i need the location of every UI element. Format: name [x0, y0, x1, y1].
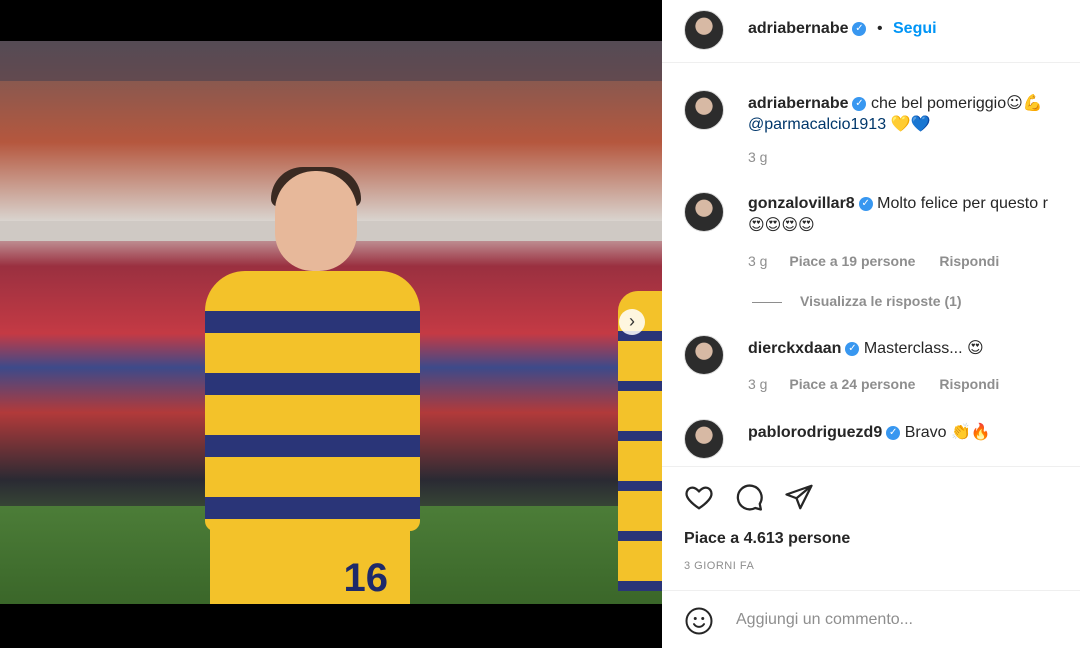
- caption-line-2: @parmacalcio1913 💛💙: [748, 114, 930, 134]
- comment-time[interactable]: 3 g: [748, 253, 767, 269]
- follow-button[interactable]: Segui: [893, 20, 937, 37]
- caption-emoji: ☺💪: [1006, 93, 1043, 112]
- comment-emoji: 👏🔥: [950, 422, 991, 441]
- replies-line: [752, 301, 782, 303]
- caption-username[interactable]: adriabernabe: [748, 95, 848, 112]
- comment-emoji: 😍: [966, 338, 984, 357]
- avatar[interactable]: [684, 90, 724, 130]
- post-timestamp[interactable]: 3 GIORNI FA: [684, 560, 754, 572]
- verified-icon: ✓: [858, 196, 873, 211]
- caption-meta: 3 g: [748, 149, 785, 165]
- caption-text: che bel pomeriggio: [870, 95, 1007, 112]
- comment: gonzalovillar8 ✓ Molto felice per questo …: [748, 195, 1048, 213]
- second-player: [618, 291, 662, 591]
- verified-icon: ✓: [852, 96, 867, 111]
- comment-likes[interactable]: Piace a 24 persone: [789, 376, 915, 392]
- view-replies[interactable]: Visualizza le risposte (1): [752, 293, 982, 309]
- player-figure: 16: [205, 167, 420, 604]
- comment-text: Molto felice per questo r: [877, 195, 1048, 212]
- post-photo[interactable]: 16: [0, 41, 662, 604]
- like-count[interactable]: Piace a 4.613 persone: [684, 530, 850, 548]
- post-side-panel: adriabernabe ✓ • Segui adriabernabe ✓ che …: [662, 0, 1080, 648]
- share-icon[interactable]: [784, 482, 814, 512]
- comment-composer: [684, 606, 1064, 636]
- heart-icon[interactable]: [684, 482, 714, 512]
- avatar[interactable]: [684, 10, 724, 50]
- comment: pablorodriguezd9 ✓ Bravo 👏🔥: [748, 422, 991, 442]
- view-replies-label[interactable]: Visualizza le risposte (1): [800, 293, 962, 309]
- reply-button[interactable]: Rispondi: [939, 253, 999, 269]
- comment-emoji: 😍😍😍😍: [748, 215, 815, 234]
- avatar[interactable]: [684, 192, 724, 232]
- comment-username[interactable]: gonzalovillar8: [748, 195, 855, 212]
- comment: dierckxdaan ✓ Masterclass... 😍: [748, 338, 984, 358]
- comment-text: Bravo: [904, 424, 947, 441]
- comment-input[interactable]: [734, 610, 1038, 630]
- player-shirt: [205, 271, 420, 531]
- next-image-button[interactable]: ›: [619, 309, 645, 335]
- comment-username[interactable]: pablorodriguezd9: [748, 424, 882, 441]
- separator-dot: •: [876, 20, 883, 37]
- divider: [662, 466, 1080, 467]
- smiley-icon[interactable]: [684, 606, 714, 641]
- media-viewer: 16 ›: [0, 0, 662, 648]
- stadium-stand: [0, 41, 662, 81]
- avatar[interactable]: [684, 335, 724, 375]
- comment-icon[interactable]: [734, 482, 764, 512]
- player-head: [275, 171, 357, 271]
- jersey-number: 16: [343, 556, 389, 600]
- post-header: adriabernabe ✓ • Segui: [662, 0, 1080, 63]
- caption-line-1: adriabernabe ✓ che bel pomeriggio☺💪: [748, 93, 1043, 113]
- caption-time[interactable]: 3 g: [748, 149, 767, 165]
- avatar[interactable]: [684, 419, 724, 459]
- comment-meta: 3 g Piace a 19 persone Rispondi: [748, 253, 1019, 269]
- player-shorts: 16: [210, 526, 410, 604]
- comment-meta: 3 g Piace a 24 persone Rispondi: [748, 376, 1019, 392]
- verified-icon: ✓: [845, 341, 860, 356]
- verified-icon: ✓: [886, 425, 901, 440]
- mention-link[interactable]: @parmacalcio1913: [748, 116, 886, 133]
- verified-icon: ✓: [852, 21, 867, 36]
- divider: [662, 590, 1080, 591]
- action-bar: [684, 482, 814, 512]
- comment-time[interactable]: 3 g: [748, 376, 767, 392]
- comment-text: Masterclass...: [863, 340, 963, 357]
- caption-hearts: 💛💙: [890, 114, 931, 133]
- reply-button[interactable]: Rispondi: [939, 376, 999, 392]
- header-username[interactable]: adriabernabe: [748, 20, 848, 37]
- comment-username[interactable]: dierckxdaan: [748, 340, 841, 357]
- comment-likes[interactable]: Piace a 19 persone: [789, 253, 915, 269]
